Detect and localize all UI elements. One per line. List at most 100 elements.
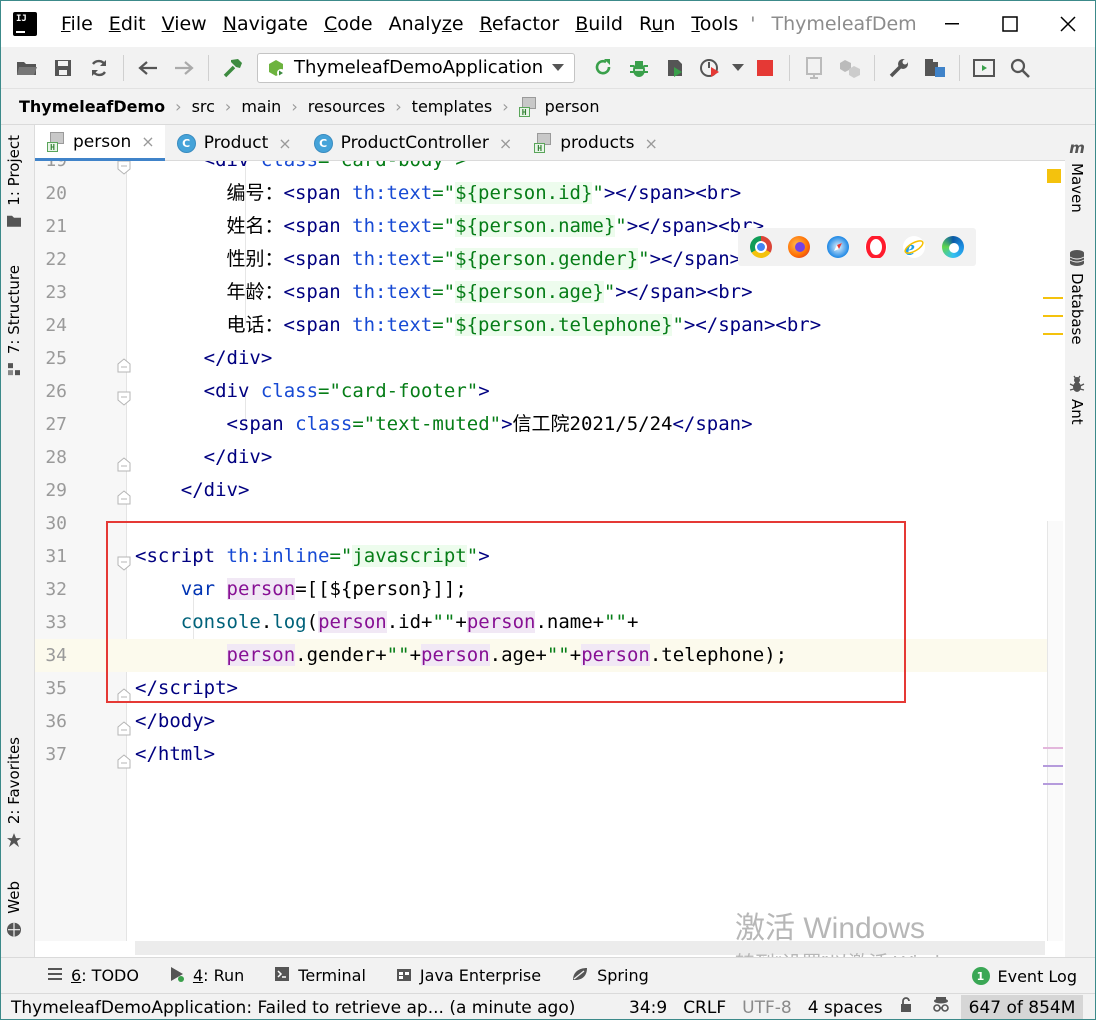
back-arrow-icon[interactable] xyxy=(130,52,166,84)
code-line[interactable]: 27 <span class="text-muted">信工院2021/5/24… xyxy=(35,408,1051,441)
project-structure-icon[interactable] xyxy=(917,52,953,84)
opera-icon[interactable] xyxy=(865,235,888,259)
fold-marker-icon[interactable] xyxy=(117,384,131,406)
menu-item-tools[interactable]: Tools xyxy=(683,1,746,47)
run-tool-button[interactable]: 4: Run xyxy=(169,966,244,986)
status-message[interactable]: ThymeleafDemoApplication: Failed to retr… xyxy=(1,998,613,1018)
fold-marker-icon[interactable] xyxy=(117,714,131,736)
menu-item-edit[interactable]: Edit xyxy=(101,1,154,47)
code-line[interactable]: 20 编号：<span th:text="${person.id}"></spa… xyxy=(35,177,1051,210)
todo-tool-button[interactable]: 6: TODO xyxy=(47,966,139,985)
error-stripe-marker[interactable] xyxy=(1043,315,1063,317)
close-tab-icon[interactable]: × xyxy=(499,134,512,153)
editor-tab-productcontroller[interactable]: C ProductController × xyxy=(302,125,523,161)
structure-tool-tab[interactable]: 7: Structure xyxy=(5,265,23,376)
menu-item-view[interactable]: View xyxy=(154,1,215,47)
java-enterprise-tool-button[interactable]: Java Enterprise xyxy=(396,966,541,986)
stop-icon[interactable] xyxy=(747,52,783,84)
error-stripe-marker[interactable] xyxy=(1043,765,1063,767)
code-line[interactable]: 23 年龄：<span th:text="${person.age}"></sp… xyxy=(35,276,1051,309)
sync-icon[interactable] xyxy=(81,52,117,84)
breadcrumb-item[interactable]: ThymeleafDemo xyxy=(19,97,165,116)
code-line[interactable]: 24 电话：<span th:text="${person.telephone}… xyxy=(35,309,1051,342)
chrome-icon[interactable] xyxy=(750,236,773,258)
maven-tool-tab[interactable]: m Maven xyxy=(1068,139,1086,213)
close-tab-icon[interactable]: × xyxy=(644,134,657,153)
vertical-scrollbar[interactable] xyxy=(1047,521,1063,941)
presentation-mode-icon[interactable] xyxy=(966,52,1002,84)
file-encoding[interactable]: UTF-8 xyxy=(742,998,792,1018)
debug-bug-icon[interactable] xyxy=(621,52,657,84)
menu-item-analyze[interactable]: Analyze xyxy=(381,1,472,47)
editor-tab-person[interactable]: Hperson × xyxy=(35,125,165,161)
terminal-tool-button[interactable]: Terminal xyxy=(274,966,366,986)
lock-icon[interactable] xyxy=(899,997,915,1018)
breadcrumb-item[interactable]: resources xyxy=(308,97,386,116)
database-tool-tab[interactable]: Database xyxy=(1068,249,1086,345)
open-folder-icon[interactable] xyxy=(9,52,45,84)
coverage-icon[interactable] xyxy=(657,52,693,84)
fold-marker-icon[interactable] xyxy=(117,747,131,769)
code-line[interactable]: 28 </div> xyxy=(35,441,1051,474)
editor-tab-product[interactable]: C Product × xyxy=(165,125,302,161)
safari-icon[interactable] xyxy=(826,236,849,258)
memory-indicator[interactable]: 647 of 854M xyxy=(960,994,1084,1019)
inspector-icon[interactable] xyxy=(931,996,951,1019)
line-separator[interactable]: CRLF xyxy=(683,998,726,1018)
spring-tool-button[interactable]: Spring xyxy=(571,966,649,986)
fold-marker-icon[interactable] xyxy=(117,450,131,472)
close-icon[interactable] xyxy=(1039,1,1095,47)
favorites-tool-tab[interactable]: 2: Favorites xyxy=(5,737,23,848)
fold-marker-icon[interactable] xyxy=(117,351,131,373)
code-line[interactable]: 36 </body> xyxy=(35,705,1051,738)
rerun-icon[interactable] xyxy=(585,52,621,84)
profiler-icon[interactable] xyxy=(693,52,729,84)
editor-tab-products[interactable]: Hproducts × xyxy=(522,125,668,161)
search-icon[interactable] xyxy=(1002,52,1038,84)
event-log-button[interactable]: 1 Event Log xyxy=(971,958,1077,994)
menu-item-navigate[interactable]: Navigate xyxy=(215,1,316,47)
code-line[interactable]: 29 </div> xyxy=(35,474,1051,507)
menu-item-code[interactable]: Code xyxy=(316,1,381,47)
error-stripe-marker[interactable] xyxy=(1043,297,1063,299)
fold-marker-icon[interactable] xyxy=(117,483,131,505)
indent-setting[interactable]: 4 spaces xyxy=(808,998,883,1018)
firefox-icon[interactable] xyxy=(788,236,811,258)
code-editor[interactable]: 19 <div class="card-body">20 编号：<span th… xyxy=(35,161,1065,957)
close-tab-icon[interactable]: × xyxy=(141,132,154,151)
edge-icon[interactable] xyxy=(941,236,964,258)
breadcrumb-item[interactable]: templates xyxy=(412,97,493,116)
settings-wrench-icon[interactable] xyxy=(881,52,917,84)
code-line[interactable]: 26 <div class="card-footer"> xyxy=(35,375,1051,408)
fold-marker-icon[interactable] xyxy=(117,161,131,175)
minimize-icon[interactable] xyxy=(923,1,981,47)
caret-position[interactable]: 34:9 xyxy=(629,998,667,1018)
close-tab-icon[interactable]: × xyxy=(278,134,291,153)
forward-arrow-icon[interactable] xyxy=(166,52,202,84)
run-configuration-select[interactable]: ThymeleafDemoApplication xyxy=(257,52,575,83)
breadcrumb-item[interactable]: main xyxy=(241,97,281,116)
menu-item-refactor[interactable]: Refactor xyxy=(472,1,568,47)
maximize-icon[interactable] xyxy=(981,1,1039,47)
error-stripe-marker[interactable] xyxy=(1043,783,1063,785)
code-line[interactable]: 25 </div> xyxy=(35,342,1051,375)
error-stripe-marker[interactable] xyxy=(1043,747,1063,749)
web-tool-tab[interactable]: Web xyxy=(5,881,23,938)
menu-item-build[interactable]: Build xyxy=(567,1,631,47)
internet-explorer-icon[interactable]: e xyxy=(903,235,926,260)
ant-tool-tab[interactable]: Ant xyxy=(1068,375,1086,425)
save-icon[interactable] xyxy=(45,52,81,84)
project-tool-tab[interactable]: 1: Project xyxy=(5,135,23,228)
breadcrumb-item[interactable]: Hperson xyxy=(518,96,599,117)
build-artifacts-icon[interactable] xyxy=(832,52,868,84)
error-stripe-marker[interactable] xyxy=(1043,333,1063,335)
warning-marker-icon[interactable] xyxy=(1047,169,1061,183)
build-hammer-icon[interactable] xyxy=(215,52,251,84)
menu-item-run[interactable]: Run xyxy=(631,1,683,47)
code-line[interactable]: 19 <div class="card-body"> xyxy=(35,161,1051,177)
breadcrumb-item[interactable]: src xyxy=(192,97,215,116)
menu-item-file[interactable]: File xyxy=(53,1,101,47)
profiler-dropdown-icon[interactable] xyxy=(729,52,747,84)
attach-debugger-icon[interactable] xyxy=(796,52,832,84)
code-line[interactable]: 37 </html> xyxy=(35,738,1051,771)
